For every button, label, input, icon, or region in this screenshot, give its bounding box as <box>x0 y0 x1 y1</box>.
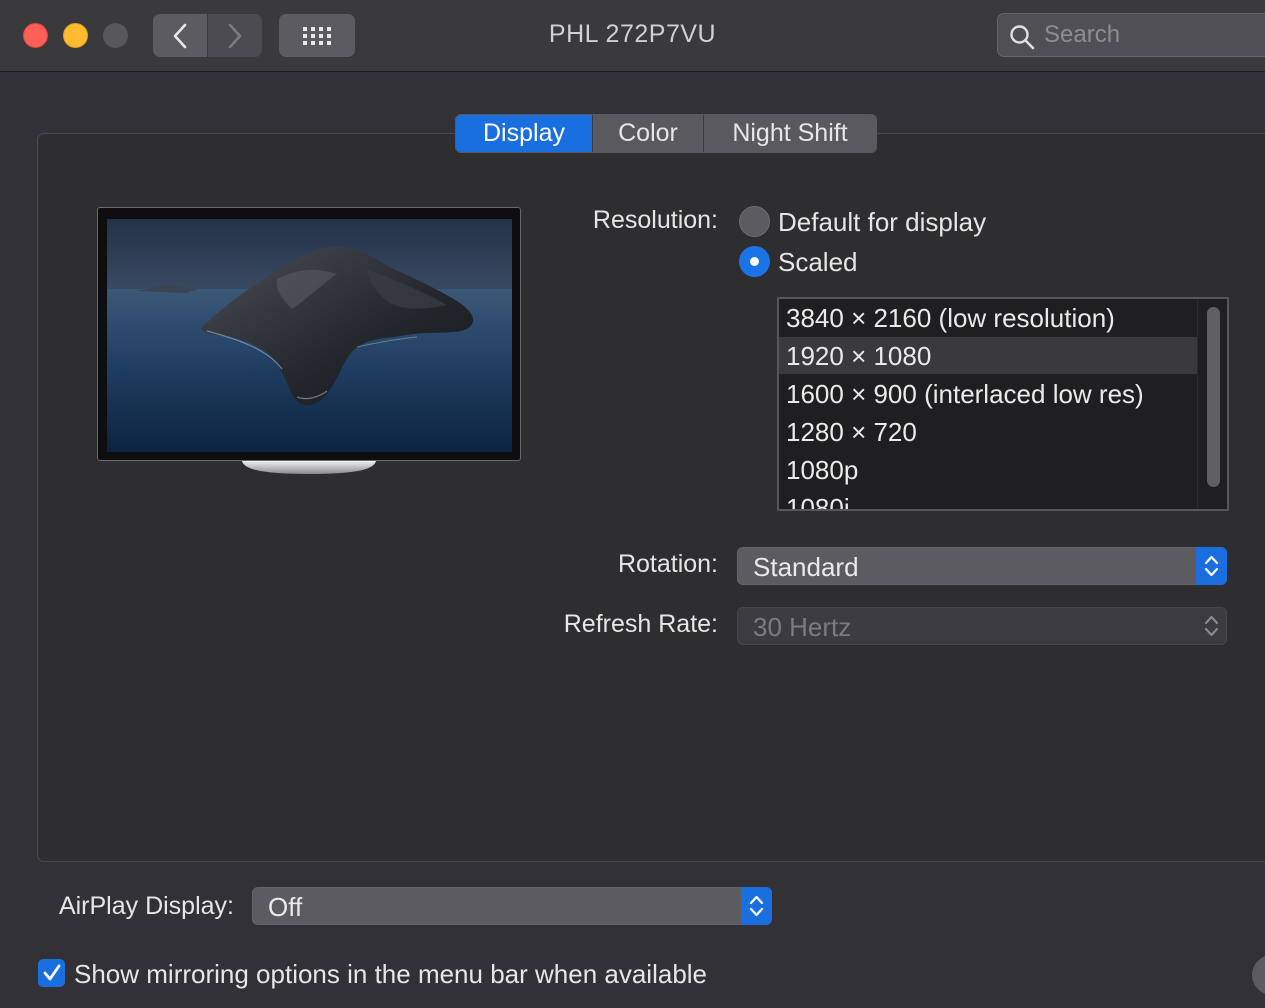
rotation-popup-arrow[interactable] <box>1196 547 1227 585</box>
tab-color[interactable]: Color <box>592 115 703 152</box>
list-item[interactable]: 1080p <box>779 451 1197 488</box>
scaled-label[interactable]: Scaled <box>778 247 858 278</box>
list-item[interactable]: 1600 × 900 (interlaced low res) <box>779 375 1197 412</box>
search-input[interactable] <box>1042 19 1265 51</box>
scrollbar-thumb[interactable] <box>1207 307 1220 487</box>
search-field[interactable] <box>997 13 1265 57</box>
default-for-display-label[interactable]: Default for display <box>778 207 986 238</box>
airplay-display-label: AirPlay Display: <box>58 892 234 920</box>
mirroring-checkbox-label[interactable]: Show mirroring options in the menu bar w… <box>74 959 707 990</box>
resolution-label: Resolution: <box>592 206 718 234</box>
rotation-popup[interactable]: Standard <box>737 547 1227 585</box>
checkmark-icon <box>43 964 61 981</box>
tab-night-shift[interactable]: Night Shift <box>703 115 876 152</box>
default-for-display-radio[interactable] <box>739 206 770 237</box>
airplay-display-popup[interactable]: Off <box>252 887 772 925</box>
up-down-chevron-icon <box>1204 555 1219 577</box>
help-button[interactable] <box>1252 955 1265 995</box>
desktop-wallpaper <box>107 219 512 452</box>
rotation-value: Standard <box>753 552 859 582</box>
rotation-label: Rotation: <box>617 550 718 578</box>
refresh-rate-popup-arrow <box>1196 607 1227 645</box>
up-down-chevron-icon <box>749 895 764 917</box>
list-item-selected[interactable]: 1920 × 1080 <box>779 337 1197 374</box>
up-down-chevron-icon <box>1204 615 1219 637</box>
list-item[interactable]: 1080i <box>779 489 1197 509</box>
search-icon <box>1010 25 1035 50</box>
monitor-image <box>97 207 521 461</box>
refresh-rate-value: 30 Hertz <box>753 612 852 642</box>
scaled-radio[interactable] <box>739 246 770 277</box>
mirroring-checkbox[interactable] <box>38 959 65 987</box>
airplay-popup-arrow[interactable] <box>741 887 772 925</box>
refresh-rate-popup: 30 Hertz <box>737 607 1227 645</box>
resolution-list[interactable]: 3840 × 2160 (low resolution) 1920 × 1080… <box>777 297 1229 511</box>
title-bar: PHL 272P7VU <box>0 0 1265 72</box>
list-item[interactable]: 3840 × 2160 (low resolution) <box>779 299 1197 336</box>
tab-display[interactable]: Display <box>456 115 592 152</box>
tab-bar: Display Color Night Shift <box>455 114 877 153</box>
refresh-rate-label: Refresh Rate: <box>563 610 718 638</box>
list-item[interactable]: 1280 × 720 <box>779 413 1197 450</box>
airplay-display-value: Off <box>268 892 303 922</box>
monitor-stand <box>242 461 376 474</box>
resolution-list-scrollbar[interactable] <box>1197 299 1227 509</box>
